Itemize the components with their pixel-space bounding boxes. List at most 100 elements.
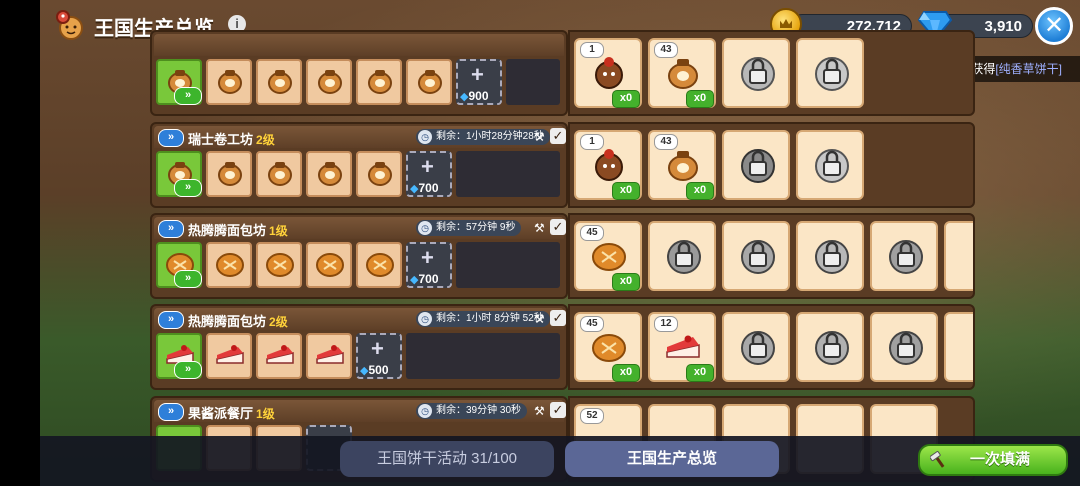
cake-slice-icon (316, 345, 344, 364)
production-slot[interactable] (306, 151, 352, 197)
item-count: 45 (580, 316, 604, 332)
toast-item: [纯香草饼干] (995, 62, 1062, 76)
bread-icon (592, 334, 626, 362)
building-header (154, 34, 564, 56)
production-slots: » + ◆500 (156, 333, 564, 385)
locked-item (796, 221, 864, 291)
item-count: 43 (654, 42, 678, 58)
inventory-item[interactable]: 45 x0 (574, 221, 642, 291)
production-slot[interactable] (206, 59, 252, 105)
production-slot[interactable]: » (156, 151, 202, 197)
cake-slice-icon (266, 345, 294, 364)
production-slot[interactable] (406, 59, 452, 105)
add-slot-button[interactable]: + ◆700 (406, 151, 452, 197)
inventory-item[interactable]: 1 x0 (574, 130, 642, 200)
speedup-button[interactable]: » (174, 179, 202, 197)
item-multiplier: x0 (612, 364, 640, 382)
production-slot[interactable] (206, 242, 252, 288)
bread-icon (592, 243, 626, 271)
production-slot[interactable] (256, 333, 302, 379)
building-row: » 瑞士卷工坊2级 ◷ 剩余：1小时28分钟28秒 ⚒ ✓ » + ◆700 (150, 122, 975, 208)
bread-icon (266, 253, 294, 277)
hammer-icon[interactable]: ⚒ (534, 404, 548, 418)
kingdom-event-button[interactable]: 王国饼干活动 31/100 (340, 441, 554, 477)
production-slot[interactable] (356, 151, 402, 197)
production-slot[interactable] (256, 151, 302, 197)
speedup-button[interactable]: » (174, 270, 202, 288)
lock-icon (741, 149, 775, 183)
slot-cost-value: 700 (418, 272, 439, 286)
production-slot[interactable] (206, 333, 252, 379)
item-multiplier: x0 (612, 182, 640, 200)
auto-check-checkbox[interactable]: ✓ (550, 310, 566, 326)
building-level: 2级 (269, 315, 288, 329)
production-slot[interactable] (356, 59, 402, 105)
building-header: » 热腾腾面包坊 1级 ◷ 剩余：57分钟 9秒 ⚒ ✓ (154, 217, 566, 239)
item-multiplier: x0 (686, 182, 714, 200)
production-slot[interactable] (206, 151, 252, 197)
speedup-button[interactable]: » (174, 87, 202, 105)
production-slot[interactable] (306, 242, 352, 288)
cookie-mascot-icon (56, 10, 83, 40)
inventory-item[interactable]: 45 x0 (574, 312, 642, 382)
hammer-icon (930, 451, 945, 468)
slot-cost: ◆900 (460, 89, 489, 103)
speedup-button[interactable]: » (174, 361, 202, 379)
production-overview-screen: 王国生产总览 i 272,712 3,910 ✕ [路过的饼干人]获得[纯香草饼… (40, 0, 1080, 486)
production-overview-tab[interactable]: 王国生产总览 (565, 441, 779, 477)
item-multiplier: x0 (612, 90, 640, 108)
auto-check-checkbox[interactable]: ✓ (550, 128, 566, 144)
item-count: 45 (580, 225, 604, 241)
inventory-panel: 1 x0 43 x0 (568, 30, 975, 116)
expand-arrow-button[interactable]: » (158, 220, 184, 238)
add-slot-button[interactable]: + ◆900 (456, 59, 502, 105)
remaining-timer: ◷ 剩余：1小时28分钟28秒 (416, 129, 550, 145)
auto-check-checkbox[interactable]: ✓ (550, 219, 566, 235)
timer-text: 剩余：1小时28分钟28秒 (436, 131, 544, 142)
add-slot-button[interactable]: + ◆500 (356, 333, 402, 379)
item-count: 43 (654, 134, 678, 150)
add-slot-button[interactable]: + ◆700 (406, 242, 452, 288)
locked-item (796, 130, 864, 200)
clock-icon: ◷ (418, 221, 432, 235)
remaining-timer: ◷ 剩余：1小时 8分钟 52秒 (416, 311, 550, 327)
timer-text: 剩余：57分钟 9秒 (436, 222, 516, 233)
production-slot[interactable] (256, 59, 302, 105)
inventory-item[interactable]: 43 x0 (648, 130, 716, 200)
fill-all-button[interactable]: 一次填满 (918, 444, 1068, 476)
close-button[interactable]: ✕ (1035, 7, 1073, 45)
plus-icon: + (371, 336, 384, 361)
lock-icon (815, 149, 849, 183)
fill-all-label: 一次填满 (970, 451, 1031, 468)
production-slot[interactable] (306, 333, 352, 379)
lock-icon (741, 240, 775, 274)
production-slot[interactable]: » (156, 242, 202, 288)
slot-cost-value: 900 (468, 89, 489, 103)
inventory-item[interactable]: 1 x0 (574, 38, 642, 108)
production-slot[interactable] (256, 242, 302, 288)
hammer-icon[interactable]: ⚒ (534, 130, 548, 144)
plus-icon: + (421, 154, 434, 179)
expand-arrow-button[interactable]: » (158, 311, 184, 329)
inventory-item[interactable]: 12 x0 (648, 312, 716, 382)
building-name: 热腾腾面包坊 1级 (188, 220, 288, 239)
slot-cost-value: 500 (368, 363, 389, 377)
locked-item (796, 38, 864, 108)
auto-check-checkbox[interactable]: ✓ (550, 402, 566, 418)
production-slot[interactable]: » (156, 59, 202, 105)
bottom-bar: 王国饼干活动 31/100 王国生产总览 一次填满 (40, 436, 1080, 486)
slot-cost: ◆700 (410, 181, 439, 195)
cake-slice-icon (666, 335, 700, 358)
hammer-icon[interactable]: ⚒ (534, 312, 548, 326)
production-slot[interactable] (306, 59, 352, 105)
inventory-item[interactable]: 43 x0 (648, 38, 716, 108)
timer-text: 剩余：39分钟 30秒 (436, 405, 522, 416)
expand-arrow-button[interactable]: » (158, 129, 184, 147)
lock-icon (815, 57, 849, 91)
locked-item (796, 312, 864, 382)
expand-arrow-button[interactable]: » (158, 403, 184, 421)
building-header: » 瑞士卷工坊 2级 ◷ 剩余：1小时28分钟28秒 ⚒ ✓ (154, 126, 566, 148)
hammer-icon[interactable]: ⚒ (534, 221, 548, 235)
production-slot[interactable] (356, 242, 402, 288)
production-slot[interactable]: » (156, 333, 202, 379)
